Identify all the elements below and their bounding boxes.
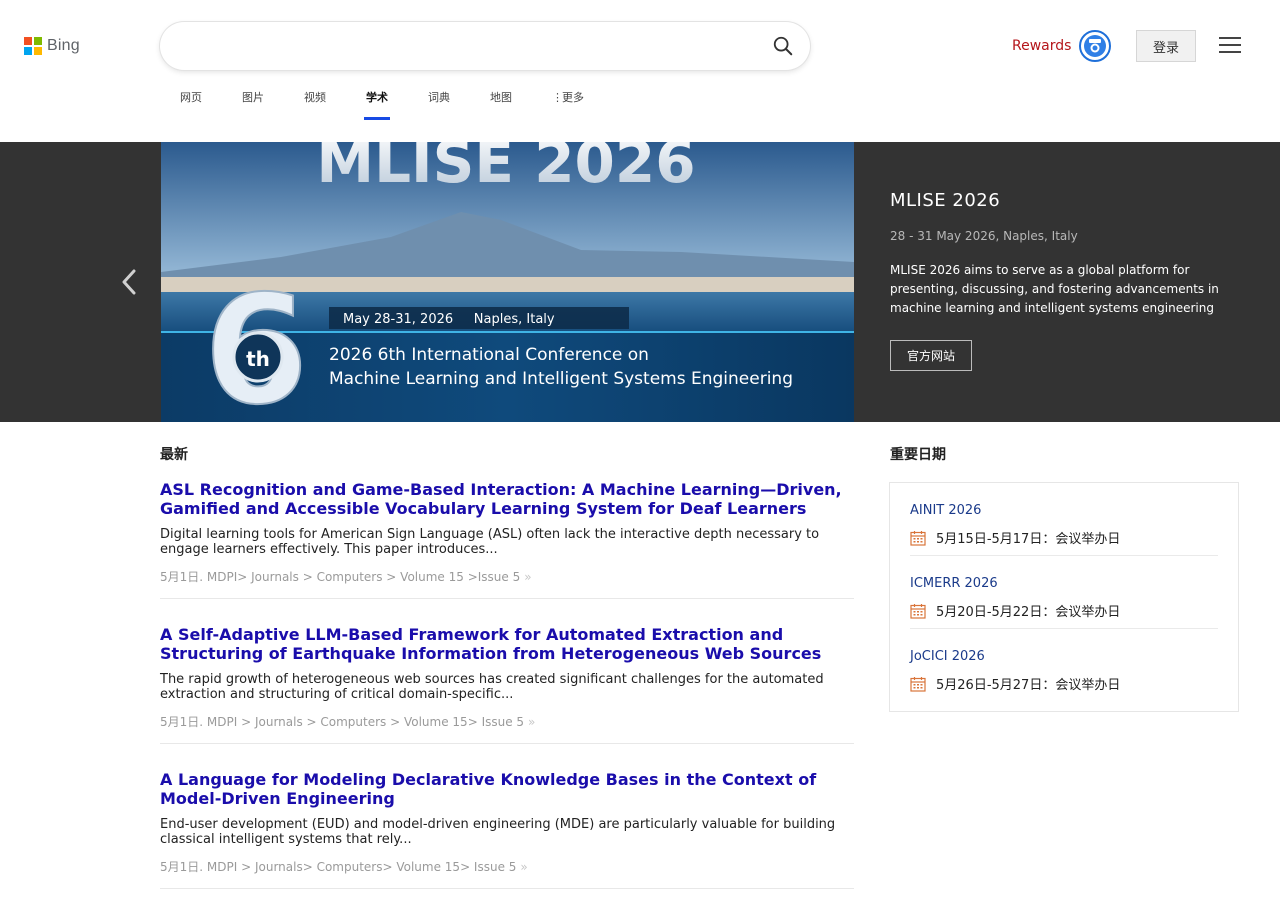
double-chevron-icon[interactable]: » [524, 570, 531, 584]
calendar-icon [910, 530, 926, 546]
date-item: JoCICI 2026 5月26日-5月27日：会议举办日 [910, 629, 1218, 702]
banner-date-location: 28 - 31 May 2026, Naples, Italy [890, 229, 1078, 243]
search-input[interactable] [182, 34, 742, 58]
hamburger-menu-icon[interactable] [1219, 37, 1241, 55]
search-icon[interactable] [772, 35, 794, 57]
calendar-icon [910, 676, 926, 692]
article-snippet: Digital learning tools for American Sign… [160, 527, 820, 557]
tab-maps[interactable]: 地图 [470, 82, 532, 120]
list-item: A Self-Adaptive LLM-Based Framework for … [160, 625, 854, 744]
date-text: 5月15日-5月17日：会议举办日 [936, 532, 1121, 547]
chevron-left-icon[interactable] [118, 267, 140, 297]
article-list: ASL Recognition and Game-Based Interacti… [160, 480, 854, 900]
tab-images[interactable]: 图片 [222, 82, 284, 120]
conference-name-link[interactable]: JoCICI 2026 [910, 649, 1218, 664]
more-dots-icon: ⋮ [552, 91, 563, 104]
rewards-button[interactable]: Rewards [1012, 30, 1112, 62]
microsoft-logo-icon [24, 37, 42, 55]
article-snippet: The rapid growth of heterogeneous web so… [160, 672, 824, 702]
banner-image[interactable]: MLISE 2026 6 th May 28-31, 2026 Naples, … [161, 142, 854, 422]
login-button[interactable]: 登录 [1136, 30, 1196, 62]
calendar-icon [910, 603, 926, 619]
rewards-medal-icon [1079, 30, 1112, 62]
bing-logo[interactable]: Bing [24, 37, 80, 55]
article-title-link[interactable]: A Self-Adaptive LLM-Based Framework for … [160, 625, 854, 663]
double-chevron-icon[interactable]: » [528, 715, 535, 729]
article-meta: 5月1日. MDPI> Journals > Computers > Volum… [160, 570, 532, 584]
banner-line2: Machine Learning and Intelligent Systems… [329, 369, 793, 389]
logo-text: Bing [47, 37, 80, 54]
conference-name-link[interactable]: AINIT 2026 [910, 503, 1218, 518]
article-title-link[interactable]: ASL Recognition and Game-Based Interacti… [160, 480, 854, 518]
article-title-link[interactable]: A Language for Modeling Declarative Know… [160, 770, 854, 808]
date-item: AINIT 2026 5月15日-5月17日：会议举办日 [910, 483, 1218, 556]
banner-acronym: MLISE 2026 [316, 142, 695, 196]
date-text: 5月26日-5月27日：会议举办日 [936, 678, 1121, 693]
list-item: ASL Recognition and Game-Based Interacti… [160, 480, 854, 599]
list-item: A Language for Modeling Declarative Know… [160, 770, 854, 889]
date-item: ICMERR 2026 5月20日-5月22日：会议举办日 [910, 556, 1218, 629]
official-site-button[interactable]: 官方网站 [890, 340, 973, 371]
banner-info: MLISE 2026 28 - 31 May 2026, Naples, Ita… [890, 190, 1240, 371]
banner-artwork: MLISE 2026 6 th May 28-31, 2026 Naples, … [161, 142, 854, 422]
article-snippet: End-user development (EUD) and model-dri… [160, 817, 836, 847]
edition-badge: 6 th [203, 263, 309, 422]
conference-banner: MLISE 2026 6 th May 28-31, 2026 Naples, … [0, 142, 1280, 422]
banner-dates-location: May 28-31, 2026 Naples, Italy [343, 312, 555, 327]
latest-section-title: 最新 [160, 447, 188, 463]
article-meta: 5月1日. MDPI > Journals> Computers> Volume… [160, 860, 528, 874]
article-meta: 5月1日. MDPI > Journals > Computers > Volu… [160, 715, 536, 729]
double-chevron-icon[interactable]: » [520, 860, 527, 874]
rewards-label: Rewards [1012, 38, 1072, 54]
banner-line1: 2026 6th International Conference on [329, 345, 649, 365]
tab-videos[interactable]: 视频 [284, 82, 346, 120]
tab-academic[interactable]: 学术 [346, 82, 408, 120]
search-box [160, 22, 810, 70]
tab-dictionary[interactable]: 词典 [408, 82, 470, 120]
svg-text:th: th [246, 347, 270, 371]
important-dates-card: AINIT 2026 5月15日-5月17日：会议举办日 ICMERR 2026… [889, 482, 1239, 712]
nav-tabs: 网页 图片 视频 学术 词典 地图 ⋮更多 [160, 82, 604, 120]
conference-name-link[interactable]: ICMERR 2026 [910, 576, 1218, 591]
date-text: 5月20日-5月22日：会议举办日 [936, 605, 1121, 620]
banner-title: MLISE 2026 [890, 190, 1001, 211]
important-dates-title: 重要日期 [890, 447, 946, 463]
banner-description: MLISE 2026 aims to serve as a global pla… [890, 263, 1219, 315]
tab-web[interactable]: 网页 [160, 82, 222, 120]
tab-more[interactable]: ⋮更多 [532, 82, 604, 120]
